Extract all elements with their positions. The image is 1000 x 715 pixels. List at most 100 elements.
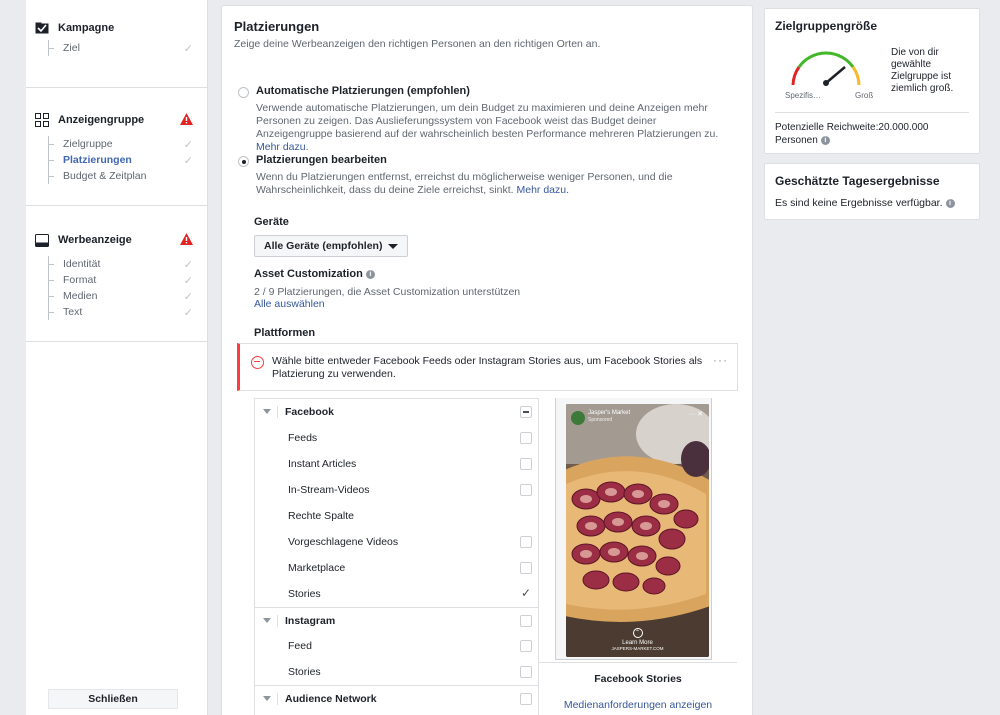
audience-size-text: Die von dir gewählte Zielgruppe ist ziem… xyxy=(891,47,954,94)
placement-checkbox[interactable] xyxy=(520,562,532,574)
story-preview-image: Jasper's Market Sponsored ··· ✕ ⌃ Learn … xyxy=(566,404,709,657)
nav-title: Anzeigengruppe xyxy=(58,114,145,126)
check-icon: ✓ xyxy=(183,138,193,151)
placement-fb-stories[interactable]: Stories xyxy=(255,581,538,607)
placement-fb-instream[interactable]: In-Stream-Videos xyxy=(255,477,538,503)
nav-item-label: Format xyxy=(63,274,97,286)
nav-item-label: Platzierungen xyxy=(63,154,132,166)
placement-checkbox[interactable] xyxy=(520,458,532,470)
placement-ig-stories[interactable]: Stories xyxy=(255,659,538,685)
nav-head-werbeanzeige[interactable]: Werbeanzeige xyxy=(34,230,197,250)
divider xyxy=(277,615,278,627)
audience-gauge: Spezifis… Groß Die von dir gewählte Ziel… xyxy=(775,41,969,113)
placement-checkbox[interactable] xyxy=(520,536,532,548)
radio-label: Automatische Platzierungen (empfohlen) xyxy=(256,85,470,97)
radio-label: Platzierungen bearbeiten xyxy=(256,154,387,166)
placement-ig-feed[interactable]: Feed xyxy=(255,633,538,659)
placement-fb-instant-articles[interactable]: Instant Articles xyxy=(255,451,538,477)
select-all-link[interactable]: Alle auswählen xyxy=(254,298,325,310)
placement-name: Feed xyxy=(288,640,312,652)
platform-instagram[interactable]: Instagram xyxy=(255,607,538,633)
collapse-triangle-icon[interactable] xyxy=(263,618,271,623)
placement-fb-suggested-videos[interactable]: Vorgeschlagene Videos xyxy=(255,529,538,555)
divider xyxy=(277,406,278,418)
edit-placements-radio[interactable] xyxy=(238,156,249,167)
placement-checkbox[interactable] xyxy=(520,666,532,678)
edit-placements-option[interactable]: Platzierungen bearbeiten Wenn du Platzie… xyxy=(238,154,726,197)
story-cta: ⌃ Learn More JASPERS-MARKET.COM xyxy=(566,628,709,651)
warning-icon xyxy=(180,112,193,128)
audience-size-title: Zielgruppengröße xyxy=(775,19,877,33)
placement-fb-right-column[interactable]: Rechte Spalte xyxy=(255,503,538,529)
radio-description-text: Wenn du Platzierungen entfernst, erreich… xyxy=(256,171,673,196)
platforms-label: Plattformen xyxy=(254,327,316,339)
audience-size-card: Zielgruppengröße Spezifis… Groß Die von … xyxy=(764,8,980,154)
placement-fb-feeds[interactable]: Feeds xyxy=(255,425,538,451)
warning-icon xyxy=(180,232,193,248)
page-subtitle: Zeige deine Werbeanzeigen den richtigen … xyxy=(234,38,601,50)
check-icon: ✓ xyxy=(183,154,193,167)
collapse-triangle-icon[interactable] xyxy=(263,696,271,701)
nav-item-text[interactable]: Text ✓ xyxy=(48,304,197,320)
nav-item-identitaet[interactable]: Identität ✓ xyxy=(48,256,197,272)
nav-title: Kampagne xyxy=(58,22,115,34)
radio-description-text: Verwende automatische Platzierungen, um … xyxy=(256,102,719,140)
platforms-tree: Facebook Feeds Instant Articles In-Strea… xyxy=(254,398,539,715)
nav-item-budget[interactable]: Budget & Zeitplan xyxy=(48,168,197,184)
more-options-icon[interactable]: ··· xyxy=(713,354,728,367)
nav-item-format[interactable]: Format ✓ xyxy=(48,272,197,288)
caret-down-icon xyxy=(388,244,398,249)
placement-checkbox[interactable] xyxy=(520,432,532,444)
nav-item-platzierungen[interactable]: Platzierungen ✓ xyxy=(48,152,197,168)
left-navigation: Kampagne Ziel ✓ Anzeigengruppe Zielgrupp… xyxy=(26,0,208,715)
page-title: Platzierungen xyxy=(234,19,320,34)
auto-placements-option[interactable]: Automatische Platzierungen (empfohlen) V… xyxy=(238,85,726,154)
nav-head-kampagne[interactable]: Kampagne xyxy=(34,18,197,38)
nav-item-ziel[interactable]: Ziel ✓ xyxy=(48,40,197,56)
gauge-icon xyxy=(791,51,861,86)
story-close-icon: ··· ✕ xyxy=(688,411,703,418)
placement-checkbox[interactable] xyxy=(520,640,532,652)
placement-checkbox[interactable] xyxy=(520,586,532,600)
placement-name: Stories xyxy=(288,588,321,600)
nav-items: Identität ✓ Format ✓ Medien ✓ Text ✓ xyxy=(48,256,197,320)
adset-icon xyxy=(34,113,50,127)
chevron-up-icon: ⌃ xyxy=(632,628,643,638)
close-button[interactable]: Schließen xyxy=(48,689,178,709)
info-icon[interactable]: i xyxy=(945,198,955,208)
devices-dropdown[interactable]: Alle Geräte (empfohlen) xyxy=(254,235,408,257)
info-icon[interactable]: i xyxy=(365,269,375,279)
facebook-checkbox[interactable] xyxy=(520,406,532,418)
placement-name: Marketplace xyxy=(288,562,346,574)
daily-results-text: Es sind keine Ergebnisse verfügbar. i xyxy=(775,197,969,209)
nav-item-label: Budget & Zeitplan xyxy=(63,170,147,182)
error-alert: Wähle bitte entweder Facebook Feeds oder… xyxy=(237,343,738,391)
story-brand: Jasper's Market xyxy=(588,410,631,416)
placement-fb-marketplace[interactable]: Marketplace xyxy=(255,555,538,581)
placement-name: Vorgeschlagene Videos xyxy=(288,536,399,548)
nav-item-zielgruppe[interactable]: Zielgruppe ✓ xyxy=(48,136,197,152)
platform-audience-network[interactable]: Audience Network xyxy=(255,685,538,711)
placement-name: Rechte Spalte xyxy=(288,510,354,522)
check-icon: ✓ xyxy=(183,258,193,271)
audience-network-checkbox[interactable] xyxy=(520,693,532,705)
nav-item-label: Text xyxy=(63,306,83,318)
learn-more-link[interactable]: Mehr dazu. xyxy=(256,141,309,153)
collapse-triangle-icon[interactable] xyxy=(263,409,271,414)
info-icon[interactable]: i xyxy=(820,135,830,145)
divider xyxy=(277,693,278,705)
platform-facebook[interactable]: Facebook xyxy=(255,399,538,425)
learn-more-link[interactable]: Mehr dazu. xyxy=(516,184,569,196)
nav-item-medien[interactable]: Medien ✓ xyxy=(48,288,197,304)
auto-placements-radio[interactable] xyxy=(238,87,249,98)
nav-item-label: Medien xyxy=(63,290,98,302)
placement-checkbox[interactable] xyxy=(520,484,532,496)
potential-reach: Potenzielle Reichweite:20.000.000 Person… xyxy=(775,121,969,147)
gauge-left-label: Spezifis… xyxy=(785,91,822,100)
nav-items: Zielgruppe ✓ Platzierungen ✓ Budget & Ze… xyxy=(48,136,197,184)
dropdown-value: Alle Geräte (empfohlen) xyxy=(264,240,383,252)
daily-results-card: Geschätzte Tagesergebnisse Es sind keine… xyxy=(764,163,980,220)
nav-head-anzeigengruppe[interactable]: Anzeigengruppe xyxy=(34,110,197,130)
instagram-checkbox[interactable] xyxy=(520,615,532,627)
media-requirements-link[interactable]: Medienanforderungen anzeigen xyxy=(539,699,737,711)
